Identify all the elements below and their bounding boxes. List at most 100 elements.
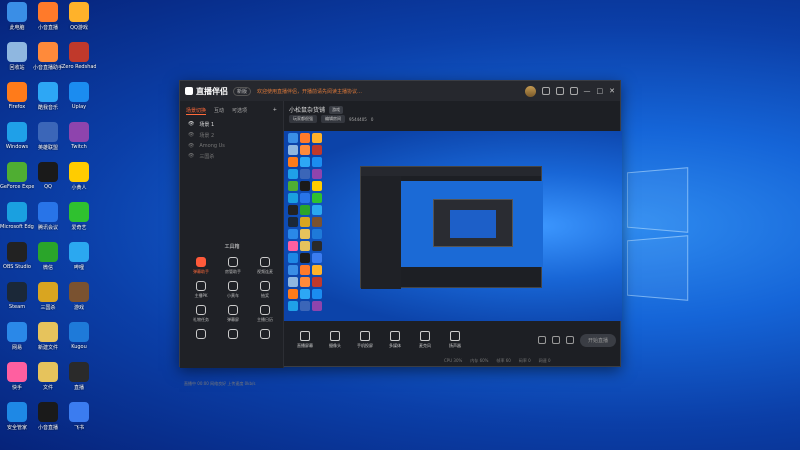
desktop-shortcut-label: Windows: [5, 144, 29, 150]
desktop-shortcut[interactable]: 游戏: [62, 282, 96, 311]
add-scene-icon[interactable]: +: [273, 107, 277, 115]
toolbox-item[interactable]: 抽奖: [252, 281, 278, 299]
source-button[interactable]: 摄像头: [320, 331, 350, 349]
scene-item[interactable]: 👁 场景 1: [180, 119, 283, 130]
desktop-shortcut[interactable]: 小音直播助手: [31, 42, 65, 71]
toolbox-item[interactable]: 主播PK: [188, 281, 214, 299]
scene-item[interactable]: 👁 场景 2: [180, 130, 283, 141]
admin-icon: [228, 257, 238, 267]
desktop-shortcut[interactable]: 酷我音乐: [31, 82, 65, 111]
desktop-shortcut[interactable]: GeForce Experience: [0, 162, 34, 190]
version-badge[interactable]: 新版: [233, 86, 252, 96]
source-button[interactable]: 手机投屏: [350, 331, 380, 349]
firefox-icon: [7, 82, 27, 102]
preview-icon: [312, 193, 322, 203]
toolbox-item-label: 视频连麦: [257, 269, 273, 274]
desktop-shortcut[interactable]: 微信: [31, 242, 65, 271]
desktop-shortcut[interactable]: 小黄人: [62, 162, 96, 191]
eye-icon[interactable]: 👁: [188, 121, 194, 128]
desktop-shortcut[interactable]: 直播: [62, 362, 96, 391]
toolbox-item[interactable]: [188, 329, 214, 341]
toolbox-item[interactable]: [252, 329, 278, 341]
gift-icon[interactable]: [555, 87, 564, 95]
desktop-shortcut[interactable]: 新建文件: [31, 322, 65, 351]
desktop-shortcut[interactable]: 英雄联盟: [31, 122, 65, 151]
start-live-button[interactable]: 开始直播: [579, 333, 616, 347]
toolbox-item[interactable]: 视频连麦: [252, 257, 278, 275]
desktop-shortcut[interactable]: 小音直播: [31, 2, 65, 31]
maximize-icon[interactable]: □: [597, 87, 604, 95]
tab-options[interactable]: 可选项: [232, 107, 247, 115]
desktop-shortcut[interactable]: OBS Studio: [0, 242, 34, 270]
desktop-shortcut[interactable]: 哔哩: [62, 242, 96, 271]
scene-item[interactable]: 👁 三国杀: [180, 151, 283, 162]
toolbox-item-label: 主播日历: [257, 317, 273, 322]
desktop-shortcut[interactable]: 网易: [0, 322, 34, 351]
desktop-shortcut[interactable]: 安全管家: [0, 402, 34, 431]
preview-icon: [288, 301, 298, 311]
toolbox-item[interactable]: 礼物任务: [188, 305, 214, 323]
room-pill-1[interactable]: 玩家都很强: [289, 115, 317, 123]
toolbox-item[interactable]: [220, 329, 246, 341]
preview-icon: [312, 253, 322, 263]
desktop-shortcut[interactable]: QQ游戏: [62, 2, 96, 31]
tab-interact[interactable]: 互动: [214, 107, 224, 115]
scene-list: 👁 场景 1 👁 场景 2 👁 Among Us 👁 三国杀: [180, 119, 283, 162]
desktop-shortcut[interactable]: Twitch: [62, 122, 96, 150]
desktop-shortcut[interactable]: 文件: [31, 362, 65, 391]
desktop-shortcut[interactable]: Uplay: [62, 82, 96, 110]
avatar[interactable]: [524, 85, 536, 97]
settings-gear-icon[interactable]: [565, 336, 574, 344]
tab-scene[interactable]: 场景切换: [186, 107, 207, 115]
source-button[interactable]: 直播屏幕: [290, 331, 320, 349]
room-tag[interactable]: 游戏: [329, 105, 344, 114]
desktop-shortcut[interactable]: Kugou: [62, 322, 96, 350]
desktop-shortcut-label: Microsoft Edge: [0, 224, 34, 230]
desktop-shortcut-label: 三国杀: [40, 305, 56, 311]
desktop-shortcut[interactable]: Microsoft Edge: [0, 202, 34, 230]
desktop-shortcut[interactable]: 爱奇艺: [62, 202, 96, 231]
speaker-icon: [450, 331, 460, 341]
desktop-shortcut[interactable]: 小音直播: [31, 402, 65, 431]
settings-icon[interactable]: [569, 87, 578, 95]
toolbox-item[interactable]: 弹幕助手: [188, 257, 214, 275]
desktop-shortcut[interactable]: 回收站: [0, 42, 34, 71]
stream-preview[interactable]: [284, 131, 622, 321]
desktop-shortcut[interactable]: QQ: [31, 162, 65, 190]
desktop-shortcut[interactable]: 此电脑: [0, 2, 34, 31]
desktop-shortcut[interactable]: Firefox: [0, 82, 34, 110]
record-icon[interactable]: [537, 336, 546, 344]
desktop-shortcut[interactable]: 飞书: [62, 402, 96, 431]
source-button-label: 摄像头: [329, 343, 341, 348]
eye-icon[interactable]: 👁: [188, 153, 194, 160]
close-icon[interactable]: ✕: [609, 87, 615, 95]
edit-room-button[interactable]: 编辑房间: [321, 115, 345, 123]
desktop-shortcut[interactable]: Windows: [0, 122, 34, 150]
desktop-shortcut[interactable]: Steam: [0, 282, 34, 310]
desktop-shortcut[interactable]: 腾讯会议: [31, 202, 65, 231]
eye-icon[interactable]: 👁: [188, 132, 194, 139]
desktop-shortcut[interactable]: Zero Redshadow: [62, 42, 96, 70]
message-icon[interactable]: [541, 87, 550, 95]
desktop-shortcut[interactable]: 快手: [0, 362, 34, 391]
toolbox-item[interactable]: 弹幕屏: [220, 305, 246, 323]
notice-text[interactable]: 欢迎使用直播伴侣，开播前请先阅读主播协议…: [257, 88, 362, 95]
minimize-icon[interactable]: —: [584, 87, 591, 95]
source-button[interactable]: 扬声器: [440, 331, 470, 349]
room-title[interactable]: 小松鼠杂货铺: [289, 105, 325, 114]
toolbox-item[interactable]: 小黄车: [220, 281, 246, 299]
source-button[interactable]: 多媒体: [380, 331, 410, 349]
source-button-label: 麦克风: [419, 343, 431, 348]
source-button[interactable]: 麦克风: [410, 331, 440, 349]
app-icon: [38, 42, 58, 62]
toolbox-item[interactable]: 房管助手: [220, 257, 246, 275]
effects-icon[interactable]: [551, 336, 560, 344]
scene-item[interactable]: 👁 Among Us: [180, 141, 283, 151]
eye-icon[interactable]: 👁: [188, 143, 194, 149]
desktop-shortcut-label: 小黄人: [71, 185, 87, 191]
phone-icon: [360, 331, 370, 341]
share-icon: [228, 329, 238, 339]
desktop-shortcut[interactable]: 三国杀: [31, 282, 65, 311]
toolbox-item[interactable]: 主播日历: [252, 305, 278, 323]
desktop-shortcut-label: Zero Redshadow: [62, 64, 96, 70]
